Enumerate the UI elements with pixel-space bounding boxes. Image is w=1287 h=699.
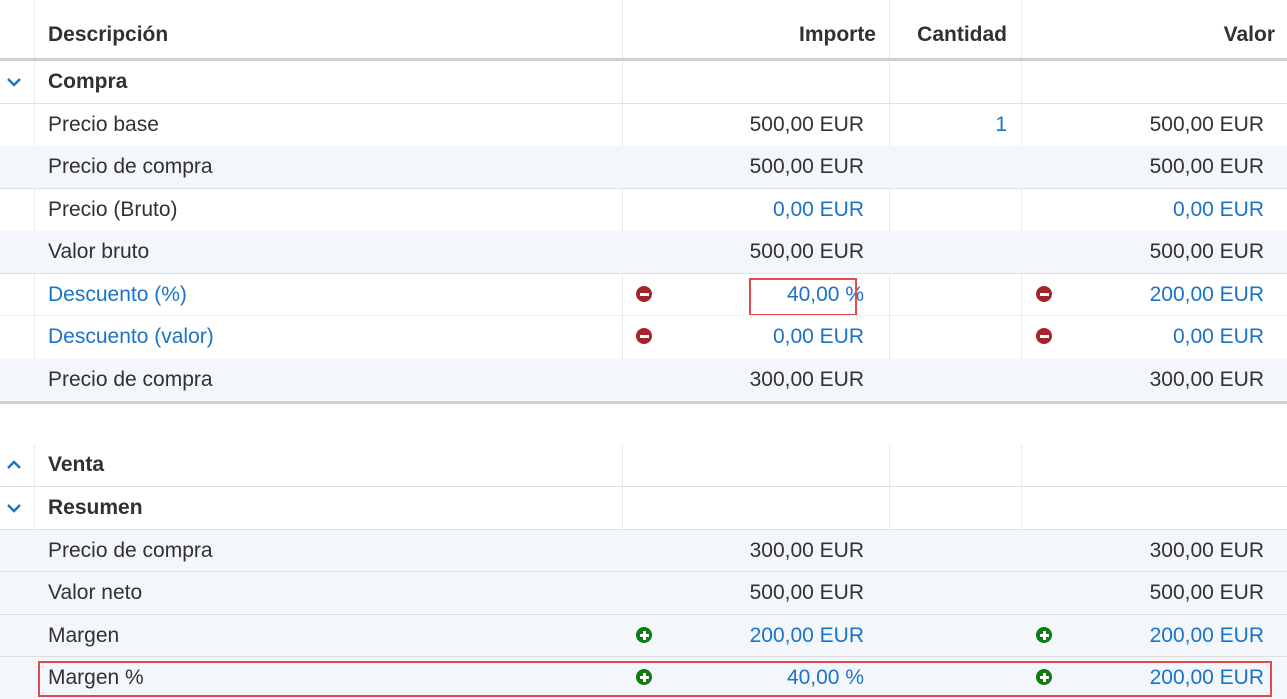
minus-circle-icon bbox=[1036, 286, 1052, 302]
column-header-descripcion[interactable]: Descripción bbox=[48, 14, 168, 56]
row-description: Valor bruto bbox=[48, 240, 150, 263]
row-importe: 300,00 EUR bbox=[749, 539, 864, 562]
spacer bbox=[0, 404, 1287, 444]
row-description: Precio de compra bbox=[48, 368, 213, 391]
table-row: Descuento (%) 40,00 % 200,00 EUR bbox=[0, 274, 1287, 316]
minus-circle-icon bbox=[636, 328, 652, 344]
row-importe: 500,00 EUR bbox=[749, 240, 864, 263]
row-valor: 500,00 EUR bbox=[1149, 155, 1264, 178]
column-header-importe[interactable]: Importe bbox=[799, 14, 876, 56]
plus-circle-icon bbox=[1036, 627, 1052, 643]
table-row: Precio (Bruto) 0,00 EUR 0,00 EUR bbox=[0, 189, 1287, 231]
row-valor: 500,00 EUR bbox=[1149, 113, 1264, 136]
row-importe: 500,00 EUR bbox=[749, 155, 864, 178]
row-valor-link[interactable]: 200,00 EUR bbox=[1150, 274, 1264, 316]
minus-circle-icon bbox=[1036, 328, 1052, 344]
row-description: Precio de compra bbox=[48, 539, 213, 562]
table-row: Precio de compra 300,00 EUR 300,00 EUR bbox=[0, 530, 1287, 572]
highlight-box bbox=[38, 661, 1272, 697]
row-description: Valor neto bbox=[48, 581, 143, 604]
row-importe: 500,00 EUR bbox=[749, 581, 864, 604]
row-importe: 300,00 EUR bbox=[749, 368, 864, 391]
minus-circle-icon bbox=[636, 286, 652, 302]
table-row: Descuento (valor) 0,00 EUR 0,00 EUR bbox=[0, 316, 1287, 358]
row-valor-link[interactable]: 0,00 EUR bbox=[1173, 316, 1264, 358]
column-header-valor[interactable]: Valor bbox=[1224, 14, 1275, 56]
chevron-down-icon[interactable] bbox=[4, 487, 24, 529]
row-valor: 500,00 EUR bbox=[1149, 240, 1264, 263]
chevron-down-icon[interactable] bbox=[4, 61, 24, 103]
row-valor: 500,00 EUR bbox=[1149, 581, 1264, 604]
table-row: Valor bruto 500,00 EUR 500,00 EUR bbox=[0, 231, 1287, 273]
row-description: Precio de compra bbox=[48, 155, 213, 178]
group-row-resumen[interactable]: Resumen bbox=[0, 487, 1287, 529]
group-row-venta[interactable]: Venta bbox=[0, 444, 1287, 486]
table-row: Margen 200,00 EUR 200,00 EUR bbox=[0, 615, 1287, 657]
highlight-box bbox=[749, 278, 857, 316]
row-importe: 500,00 EUR bbox=[749, 113, 864, 136]
row-valor-link[interactable]: 200,00 EUR bbox=[1150, 615, 1264, 657]
row-importe-link[interactable]: 0,00 EUR bbox=[773, 316, 864, 358]
plus-circle-icon bbox=[636, 627, 652, 643]
table-row: Valor neto 500,00 EUR 500,00 EUR bbox=[0, 572, 1287, 614]
table-row: Precio base 500,00 EUR 1 500,00 EUR bbox=[0, 104, 1287, 146]
descuento-percent-link[interactable]: Descuento (%) bbox=[48, 274, 187, 316]
descuento-valor-link[interactable]: Descuento (valor) bbox=[48, 316, 214, 358]
row-valor: 300,00 EUR bbox=[1149, 539, 1264, 562]
row-importe-link[interactable]: 0,00 EUR bbox=[773, 189, 864, 231]
row-valor: 300,00 EUR bbox=[1149, 368, 1264, 391]
table-row: Precio de compra 300,00 EUR 300,00 EUR bbox=[0, 359, 1287, 401]
group-row-compra[interactable]: Compra bbox=[0, 61, 1287, 103]
row-description: Precio (Bruto) bbox=[48, 198, 178, 221]
row-valor-link[interactable]: 0,00 EUR bbox=[1173, 189, 1264, 231]
row-importe-link[interactable]: 200,00 EUR bbox=[750, 615, 864, 657]
group-title-resumen: Resumen bbox=[48, 496, 143, 519]
row-description: Precio base bbox=[48, 113, 159, 136]
group-title-venta: Venta bbox=[48, 453, 105, 476]
grid-header: Descripción Importe Cantidad Valor bbox=[0, 14, 1287, 56]
table-row: Precio de compra 500,00 EUR 500,00 EUR bbox=[0, 146, 1287, 188]
chevron-up-icon[interactable] bbox=[4, 444, 24, 486]
row-description: Margen bbox=[48, 624, 120, 647]
column-header-cantidad[interactable]: Cantidad bbox=[917, 14, 1007, 56]
group-title-compra: Compra bbox=[48, 70, 128, 93]
row-cantidad-link[interactable]: 1 bbox=[995, 104, 1007, 146]
